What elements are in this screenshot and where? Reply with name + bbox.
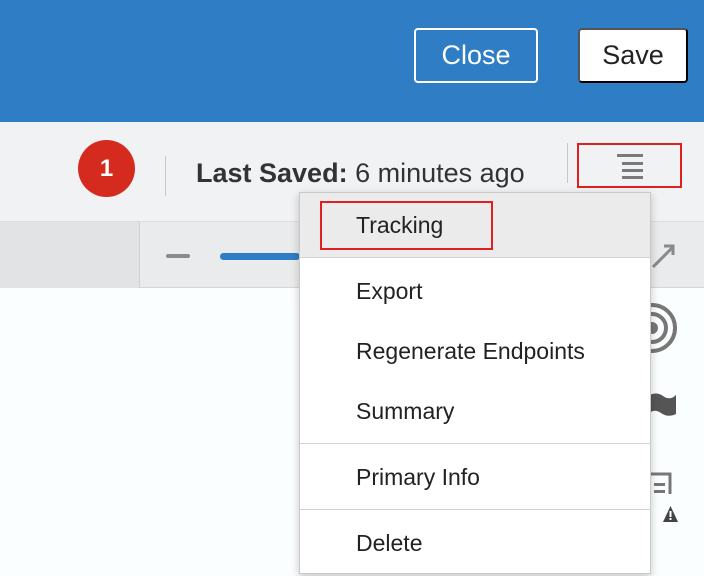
warning-document-icon[interactable] [648,470,682,524]
app-header: Close Save [0,0,704,122]
flag-icon[interactable] [648,390,678,420]
menu-button[interactable] [577,143,682,188]
last-saved-label: Last Saved: [196,158,348,188]
menu-separator [300,443,650,444]
divider [165,156,166,196]
expand-icon[interactable] [650,238,676,270]
menu-item-label: Export [356,277,423,304]
highlight-outline [320,201,493,250]
menu-item-label: Regenerate Endpoints [356,337,585,364]
last-saved-status: Last Saved: 6 minutes ago [196,158,525,189]
last-saved-value: 6 minutes ago [355,158,525,188]
notification-badge[interactable]: 1 [78,140,135,197]
menu-item-primary-info[interactable]: Primary Info [300,447,650,507]
hamburger-menu-icon [616,153,643,179]
menu-item-regenerate-endpoints[interactable]: Regenerate Endpoints [300,321,650,381]
menu-item-label: Summary [356,397,455,424]
actions-dropdown-menu: Tracking Export Regenerate Endpoints Sum… [299,192,651,574]
menu-item-summary[interactable]: Summary [300,381,650,441]
zoom-slider[interactable] [220,253,300,260]
menu-item-label: Primary Info [356,463,480,490]
menu-separator [300,509,650,510]
menu-item-label: Delete [356,529,423,556]
save-button[interactable]: Save [578,28,688,83]
menu-item-delete[interactable]: Delete [300,513,650,573]
menu-separator [300,257,650,258]
minus-icon[interactable] [166,254,190,258]
toolbar-left-panel [0,222,140,288]
menu-item-export[interactable]: Export [300,261,650,321]
target-icon[interactable] [648,302,678,354]
close-button[interactable]: Close [414,28,538,83]
divider [567,143,568,183]
